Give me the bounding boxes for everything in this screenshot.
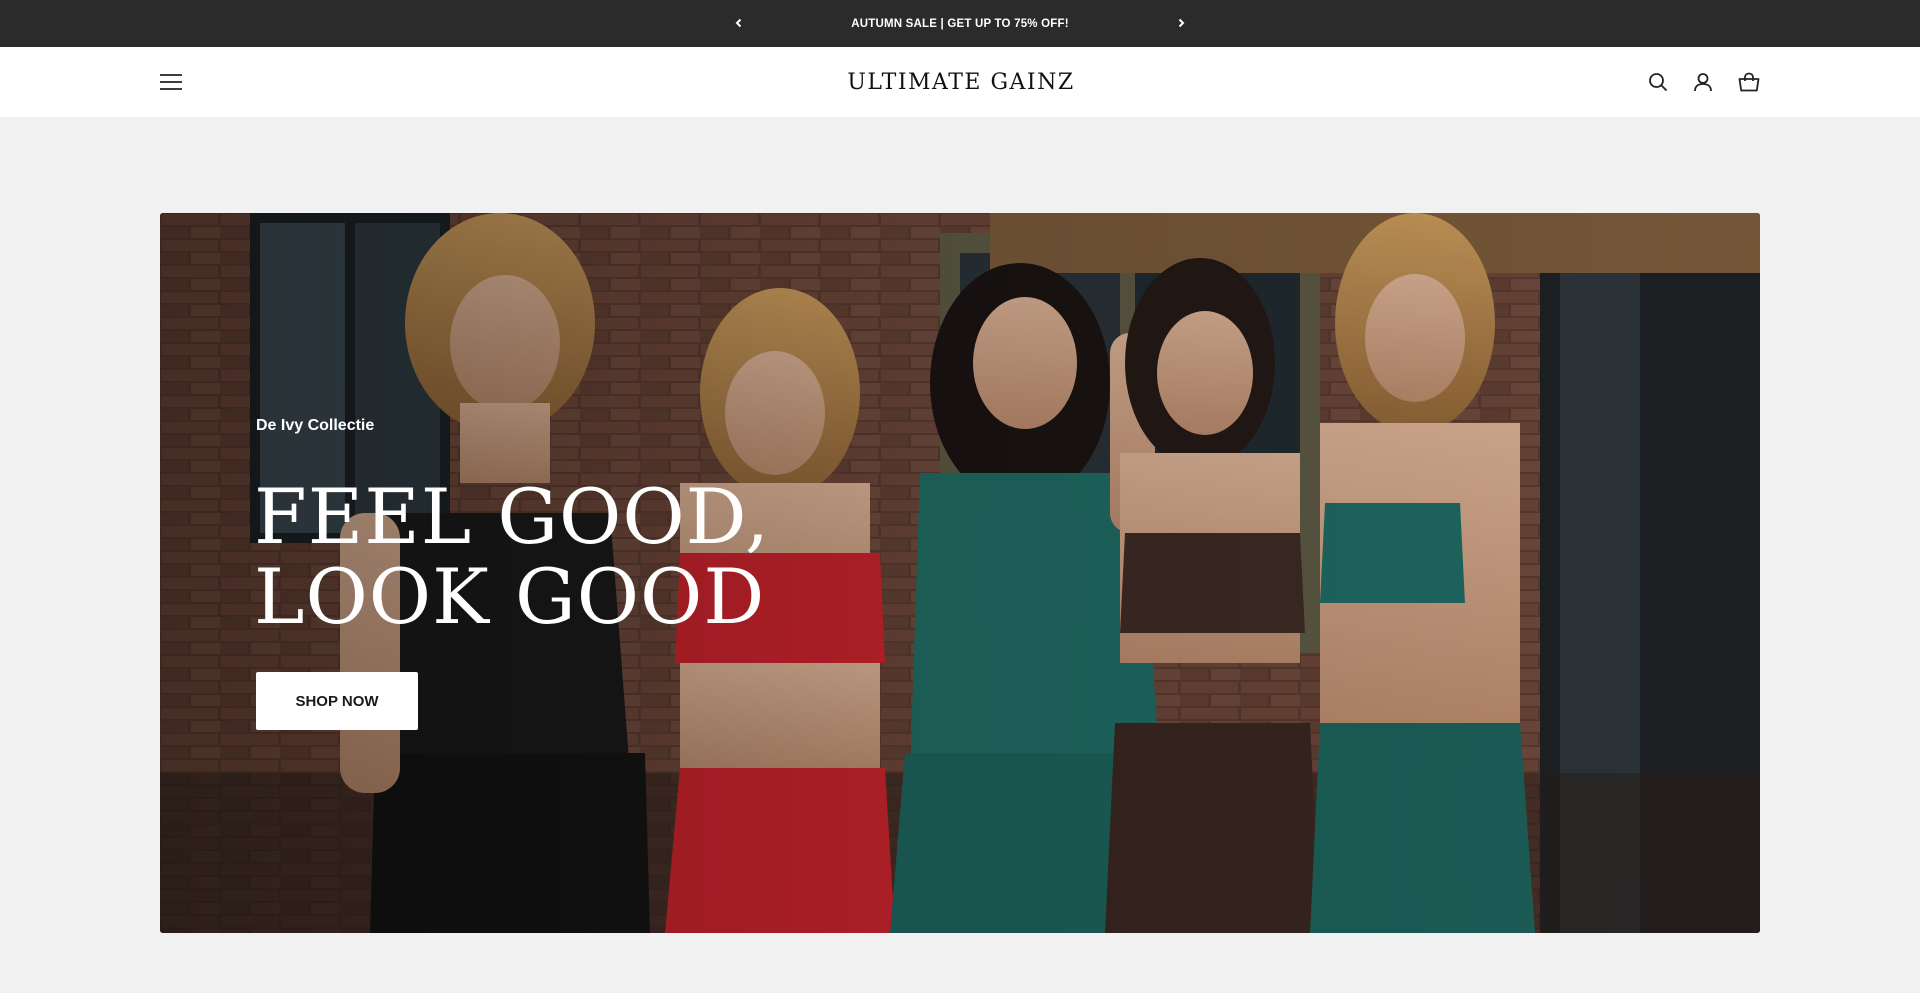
shopping-bag-icon[interactable] — [1736, 69, 1762, 95]
hero-title-line1: FEEL GOOD, — [254, 472, 771, 561]
hero-title-line2: LOOK GOOD — [254, 552, 766, 641]
hero-title: FEEL GOOD, LOOK GOOD — [254, 477, 854, 637]
site-header: ULTIMATE GAINZ — [0, 47, 1920, 117]
site-logo[interactable]: ULTIMATE GAINZ — [828, 68, 1094, 96]
chevron-left-icon[interactable] — [728, 12, 750, 34]
hero-banner[interactable]: De Ivy Collectie FEEL GOOD, LOOK GOOD SH… — [160, 213, 1760, 933]
shop-now-button[interactable]: SHOP NOW — [256, 672, 418, 730]
hamburger-menu-icon[interactable] — [158, 69, 184, 95]
hero-subtitle: De Ivy Collectie — [256, 417, 375, 434]
account-icon[interactable] — [1690, 69, 1716, 95]
search-icon[interactable] — [1645, 69, 1671, 95]
chevron-right-icon[interactable] — [1170, 12, 1192, 34]
announcement-bar: AUTUMN SALE | GET UP TO 75% OFF! — [0, 0, 1920, 47]
announcement-message[interactable]: AUTUMN SALE | GET UP TO 75% OFF! — [851, 18, 1069, 30]
